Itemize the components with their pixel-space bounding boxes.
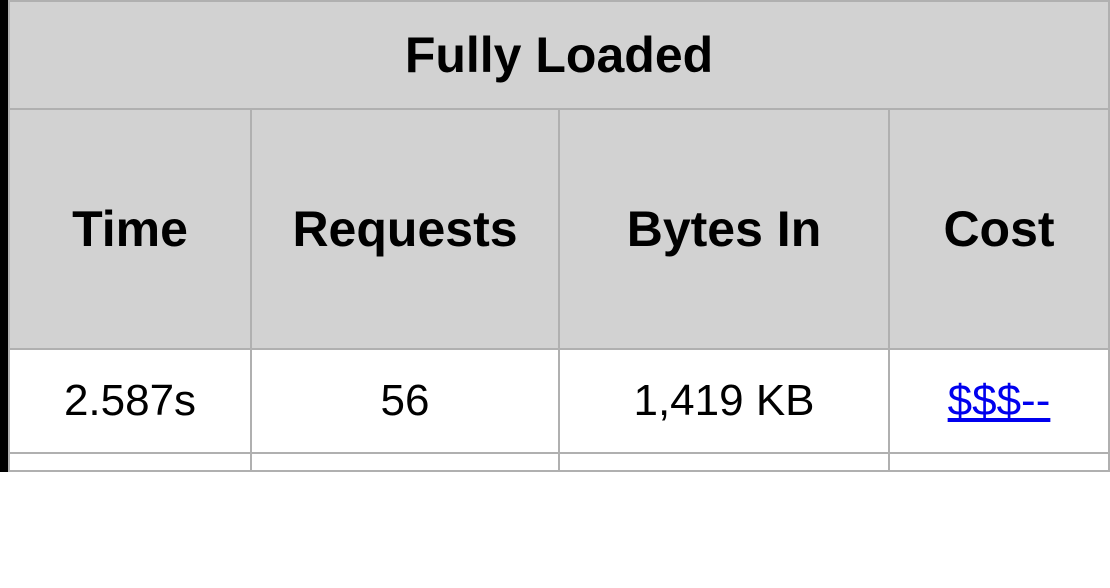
column-header-bytes-in: Bytes In	[559, 109, 889, 349]
cell-time: 2.587s	[9, 349, 251, 453]
cell-requests: 56	[251, 349, 559, 453]
cost-link[interactable]: $$$--	[948, 376, 1051, 425]
cell-bytes-in: 1,419 KB	[559, 349, 889, 453]
column-header-requests: Requests	[251, 109, 559, 349]
table-row-partial	[9, 453, 1109, 471]
fully-loaded-table-container: Fully Loaded Time Requests Bytes In Cost…	[0, 0, 1110, 472]
table-title: Fully Loaded	[9, 1, 1109, 109]
column-header-time: Time	[9, 109, 251, 349]
cell-cost: $$$--	[889, 349, 1109, 453]
table-row: 2.587s 56 1,419 KB $$$--	[9, 349, 1109, 453]
fully-loaded-table: Fully Loaded Time Requests Bytes In Cost…	[8, 0, 1110, 472]
column-header-cost: Cost	[889, 109, 1109, 349]
